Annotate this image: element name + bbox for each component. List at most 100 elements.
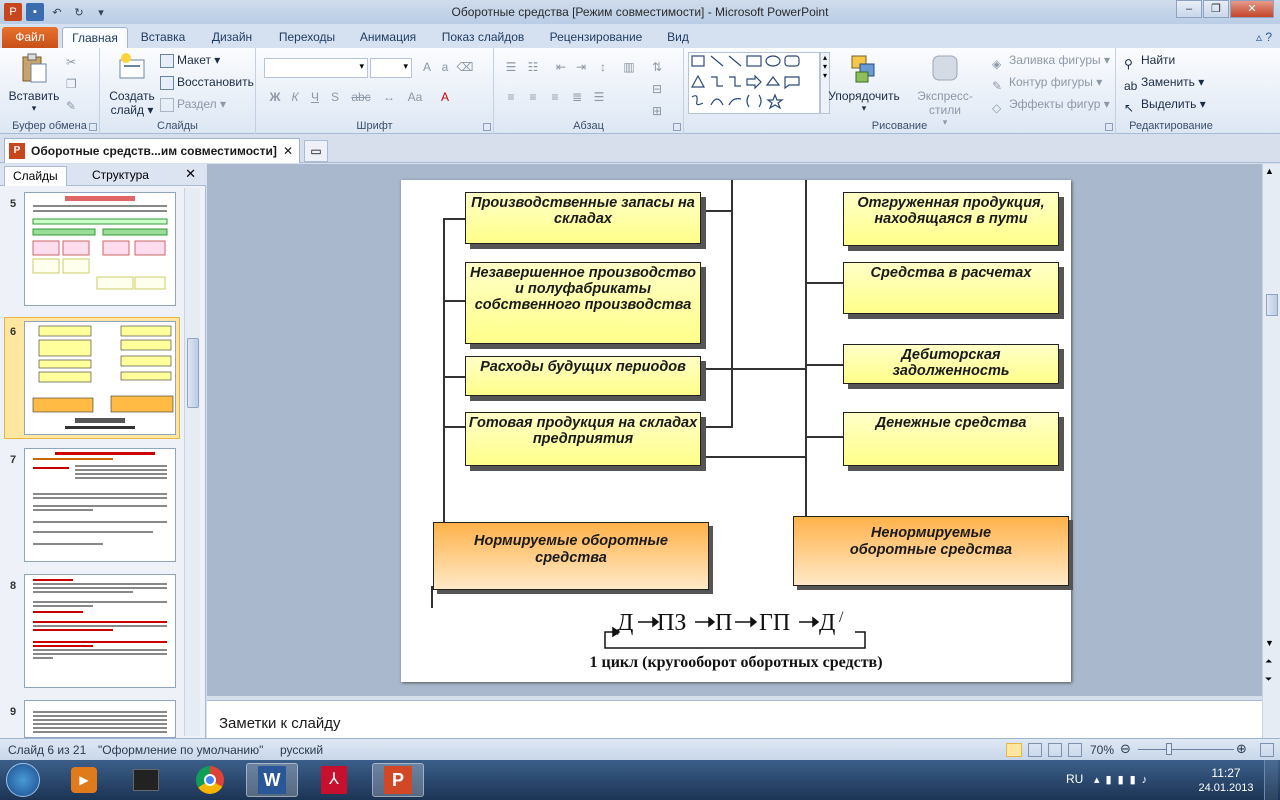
align-text-icon[interactable]: ⊟	[648, 80, 666, 98]
distribute-icon[interactable]: ☰	[590, 88, 608, 106]
slide-thumb-8[interactable]	[24, 574, 176, 688]
scroll-down-icon[interactable]: ▼	[1265, 638, 1274, 648]
close-doc-icon[interactable]: ✕	[283, 139, 293, 163]
word-icon[interactable]: W	[246, 763, 298, 797]
theme-name[interactable]: "Оформление по умолчанию"	[98, 743, 263, 757]
box-shipped[interactable]: Отгруженная продукция, находящаяся в пут…	[843, 192, 1059, 246]
box-deferred[interactable]: Расходы будущих периодов	[465, 356, 701, 396]
shapes-gallery[interactable]	[688, 52, 820, 114]
tab-slideshow[interactable]: Показ слайдов	[432, 27, 534, 48]
tab-slides[interactable]: Слайды	[4, 166, 67, 186]
chrome-icon[interactable]	[184, 763, 236, 797]
new-slide-button[interactable]: Создать слайд ▾	[106, 52, 158, 117]
slide-thumb-5[interactable]	[24, 192, 176, 306]
tab-animation[interactable]: Анимация	[350, 27, 426, 48]
next-slide-icon[interactable]: ⏷	[1265, 674, 1272, 685]
box-inventory[interactable]: Производственные запасы на складах	[465, 192, 701, 244]
fit-window-icon[interactable]	[1260, 743, 1274, 757]
underline-button[interactable]: Ч	[306, 88, 324, 106]
bullets-icon[interactable]: ☰	[502, 58, 520, 76]
tab-transitions[interactable]: Переходы	[270, 27, 344, 48]
zoom-slider[interactable]	[1138, 749, 1234, 750]
font-size-combo[interactable]: ▾	[370, 58, 412, 78]
tray-icons[interactable]: ▴▮▮▮♪	[1094, 773, 1153, 786]
box-wip[interactable]: Незавершенное производство и полуфабрика…	[465, 262, 701, 344]
font-color-icon[interactable]: A	[436, 88, 454, 106]
align-left-icon[interactable]: ≡	[502, 88, 520, 106]
reset-button[interactable]: Восстановить	[160, 72, 254, 92]
input-language[interactable]: RU	[1066, 772, 1083, 786]
drawing-launcher[interactable]	[1105, 123, 1113, 131]
slide-thumb-7[interactable]	[24, 448, 176, 562]
acrobat-icon[interactable]: ⅄	[308, 763, 360, 797]
tab-outline[interactable]: Структура	[84, 166, 157, 186]
close-panel-icon[interactable]: ✕	[185, 166, 196, 182]
box-non-normed[interactable]: Ненормируемые оборотные средства	[793, 516, 1069, 586]
paste-button[interactable]: Вставить ▾	[6, 52, 62, 114]
find-button[interactable]: ⚲ Найти	[1124, 50, 1175, 71]
smartart-icon[interactable]: ⊞	[648, 102, 666, 120]
select-button[interactable]: ↖ Выделить ▾	[1124, 94, 1206, 115]
shadow-button[interactable]: S	[326, 88, 344, 106]
slide[interactable]: Производственные запасы на складах Незав…	[401, 180, 1071, 682]
show-desktop-button[interactable]	[1264, 760, 1278, 800]
app-icon[interactable]	[120, 763, 172, 797]
media-player-icon[interactable]: ▶	[58, 763, 110, 797]
slideshow-view-icon[interactable]	[1068, 743, 1082, 757]
justify-icon[interactable]: ≣	[568, 88, 586, 106]
align-center-icon[interactable]: ≡	[524, 88, 542, 106]
help-icon[interactable]: ▵ ?	[1256, 30, 1272, 44]
italic-button[interactable]: К	[286, 88, 304, 106]
zoom-out-icon[interactable]: ⊖	[1120, 741, 1131, 757]
box-normed[interactable]: Нормируемые оборотные средства	[433, 522, 709, 590]
zoom-slider-handle[interactable]	[1166, 743, 1172, 755]
close-button[interactable]: ✕	[1230, 0, 1274, 18]
quick-styles-button[interactable]: Экспресс-стили ▾	[902, 52, 988, 128]
shape-outline-button[interactable]: ✎ Контур фигуры ▾	[992, 72, 1102, 93]
shape-effects-button[interactable]: ◇ Эффекты фигур ▾	[992, 94, 1110, 115]
clear-format-icon[interactable]: ⌫	[456, 58, 474, 76]
slide-thumb-9[interactable]	[24, 700, 176, 738]
zoom-in-icon[interactable]: ⊕	[1236, 741, 1247, 757]
box-finished-goods[interactable]: Готовая продукция на складах предприятия	[465, 412, 701, 466]
thumbs-scrollbar[interactable]	[184, 188, 200, 736]
maximize-button[interactable]: ❐	[1203, 0, 1229, 18]
grow-font-icon[interactable]: A	[418, 58, 436, 76]
line-spacing-icon[interactable]: ↕	[594, 58, 612, 76]
align-right-icon[interactable]: ≡	[546, 88, 564, 106]
numbering-icon[interactable]: ☷	[524, 58, 542, 76]
tab-home[interactable]: Главная	[62, 27, 128, 48]
text-direction-icon[interactable]: ⇅	[648, 58, 666, 76]
font-launcher[interactable]	[483, 123, 491, 131]
tab-file[interactable]: Файл	[2, 27, 58, 48]
notes-pane[interactable]: Заметки к слайду	[207, 700, 1262, 738]
new-doc-tab-icon[interactable]: ▭	[304, 140, 328, 162]
language-status[interactable]: русский	[280, 743, 323, 757]
bold-button[interactable]: Ж	[266, 88, 284, 106]
zoom-level[interactable]: 70%	[1090, 743, 1114, 757]
strikethrough-button[interactable]: abc	[348, 88, 374, 106]
clipboard-launcher[interactable]	[89, 123, 97, 131]
thumbs-scroll-thumb[interactable]	[187, 338, 199, 408]
replace-button[interactable]: ab Заменить ▾	[1124, 72, 1204, 93]
tab-insert[interactable]: Вставка	[132, 27, 194, 48]
tab-design[interactable]: Дизайн	[200, 27, 264, 48]
tab-view[interactable]: Вид	[658, 27, 698, 48]
indent-decrease-icon[interactable]: ⇤	[552, 58, 570, 76]
shape-fill-button[interactable]: ◈ Заливка фигуры ▾	[992, 50, 1110, 71]
layout-button[interactable]: Макет ▾	[160, 50, 220, 70]
spacing-icon[interactable]: ↔	[380, 88, 398, 106]
font-name-combo[interactable]: ▾	[264, 58, 368, 78]
cut-icon[interactable]: ✂	[66, 52, 76, 72]
box-receivables[interactable]: Дебиторская задолженность	[843, 344, 1059, 384]
document-tab[interactable]: P Оборотные средств...им совместимости] …	[4, 138, 300, 163]
paragraph-launcher[interactable]	[673, 123, 681, 131]
sorter-view-icon[interactable]	[1028, 743, 1042, 757]
normal-view-icon[interactable]	[1006, 743, 1022, 757]
minimize-button[interactable]: –	[1176, 0, 1202, 18]
slide-thumb-6[interactable]	[24, 321, 176, 435]
reading-view-icon[interactable]	[1048, 743, 1062, 757]
powerpoint-taskbar-icon[interactable]: P	[372, 763, 424, 797]
section-button[interactable]: Раздел ▾	[160, 94, 226, 114]
main-scroll-thumb[interactable]	[1266, 294, 1278, 316]
